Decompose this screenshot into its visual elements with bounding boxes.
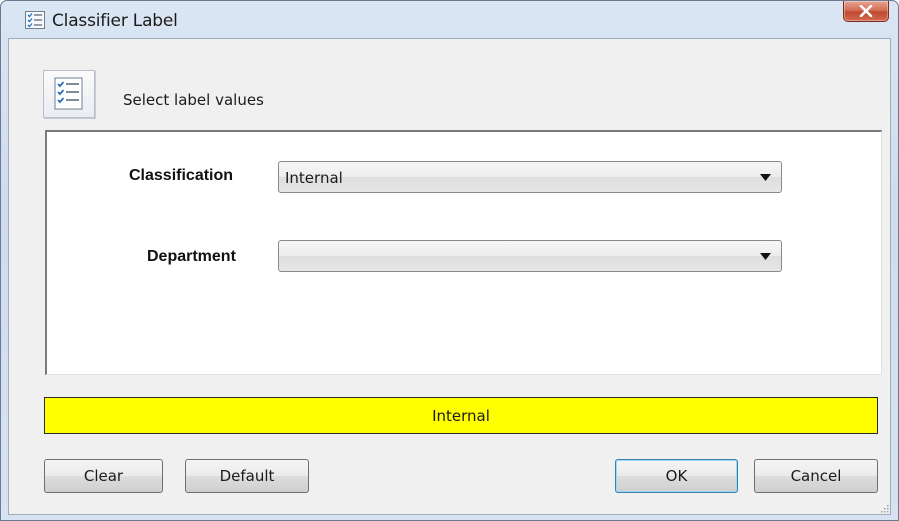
dialog-body: Select label values Classification Inter… — [8, 38, 891, 515]
checklist-icon — [25, 11, 45, 29]
classifier-label-dialog: Classifier Label Select label values Cla… — [0, 0, 899, 521]
resize-grip-icon[interactable] — [880, 504, 889, 513]
ok-button[interactable]: OK — [615, 459, 738, 493]
default-button[interactable]: Default — [185, 459, 309, 493]
clear-button[interactable]: Clear — [44, 459, 163, 493]
cancel-button[interactable]: Cancel — [754, 459, 878, 493]
department-dropdown[interactable] — [278, 240, 782, 272]
window-title: Classifier Label — [52, 11, 178, 31]
chevron-down-icon — [760, 174, 771, 181]
checklist-icon — [43, 70, 95, 118]
label-status-bar: Internal — [44, 397, 878, 434]
header-instruction: Select label values — [123, 91, 264, 109]
classification-value: Internal — [285, 169, 343, 187]
close-icon — [859, 5, 873, 17]
chevron-down-icon — [760, 253, 771, 260]
fields-panel: Classification Internal Department — [45, 130, 882, 375]
classification-dropdown[interactable]: Internal — [278, 161, 782, 193]
title-bar: Classifier Label — [1, 1, 898, 37]
classification-label: Classification — [129, 167, 234, 184]
department-label: Department — [147, 248, 236, 265]
close-button[interactable] — [843, 1, 889, 22]
